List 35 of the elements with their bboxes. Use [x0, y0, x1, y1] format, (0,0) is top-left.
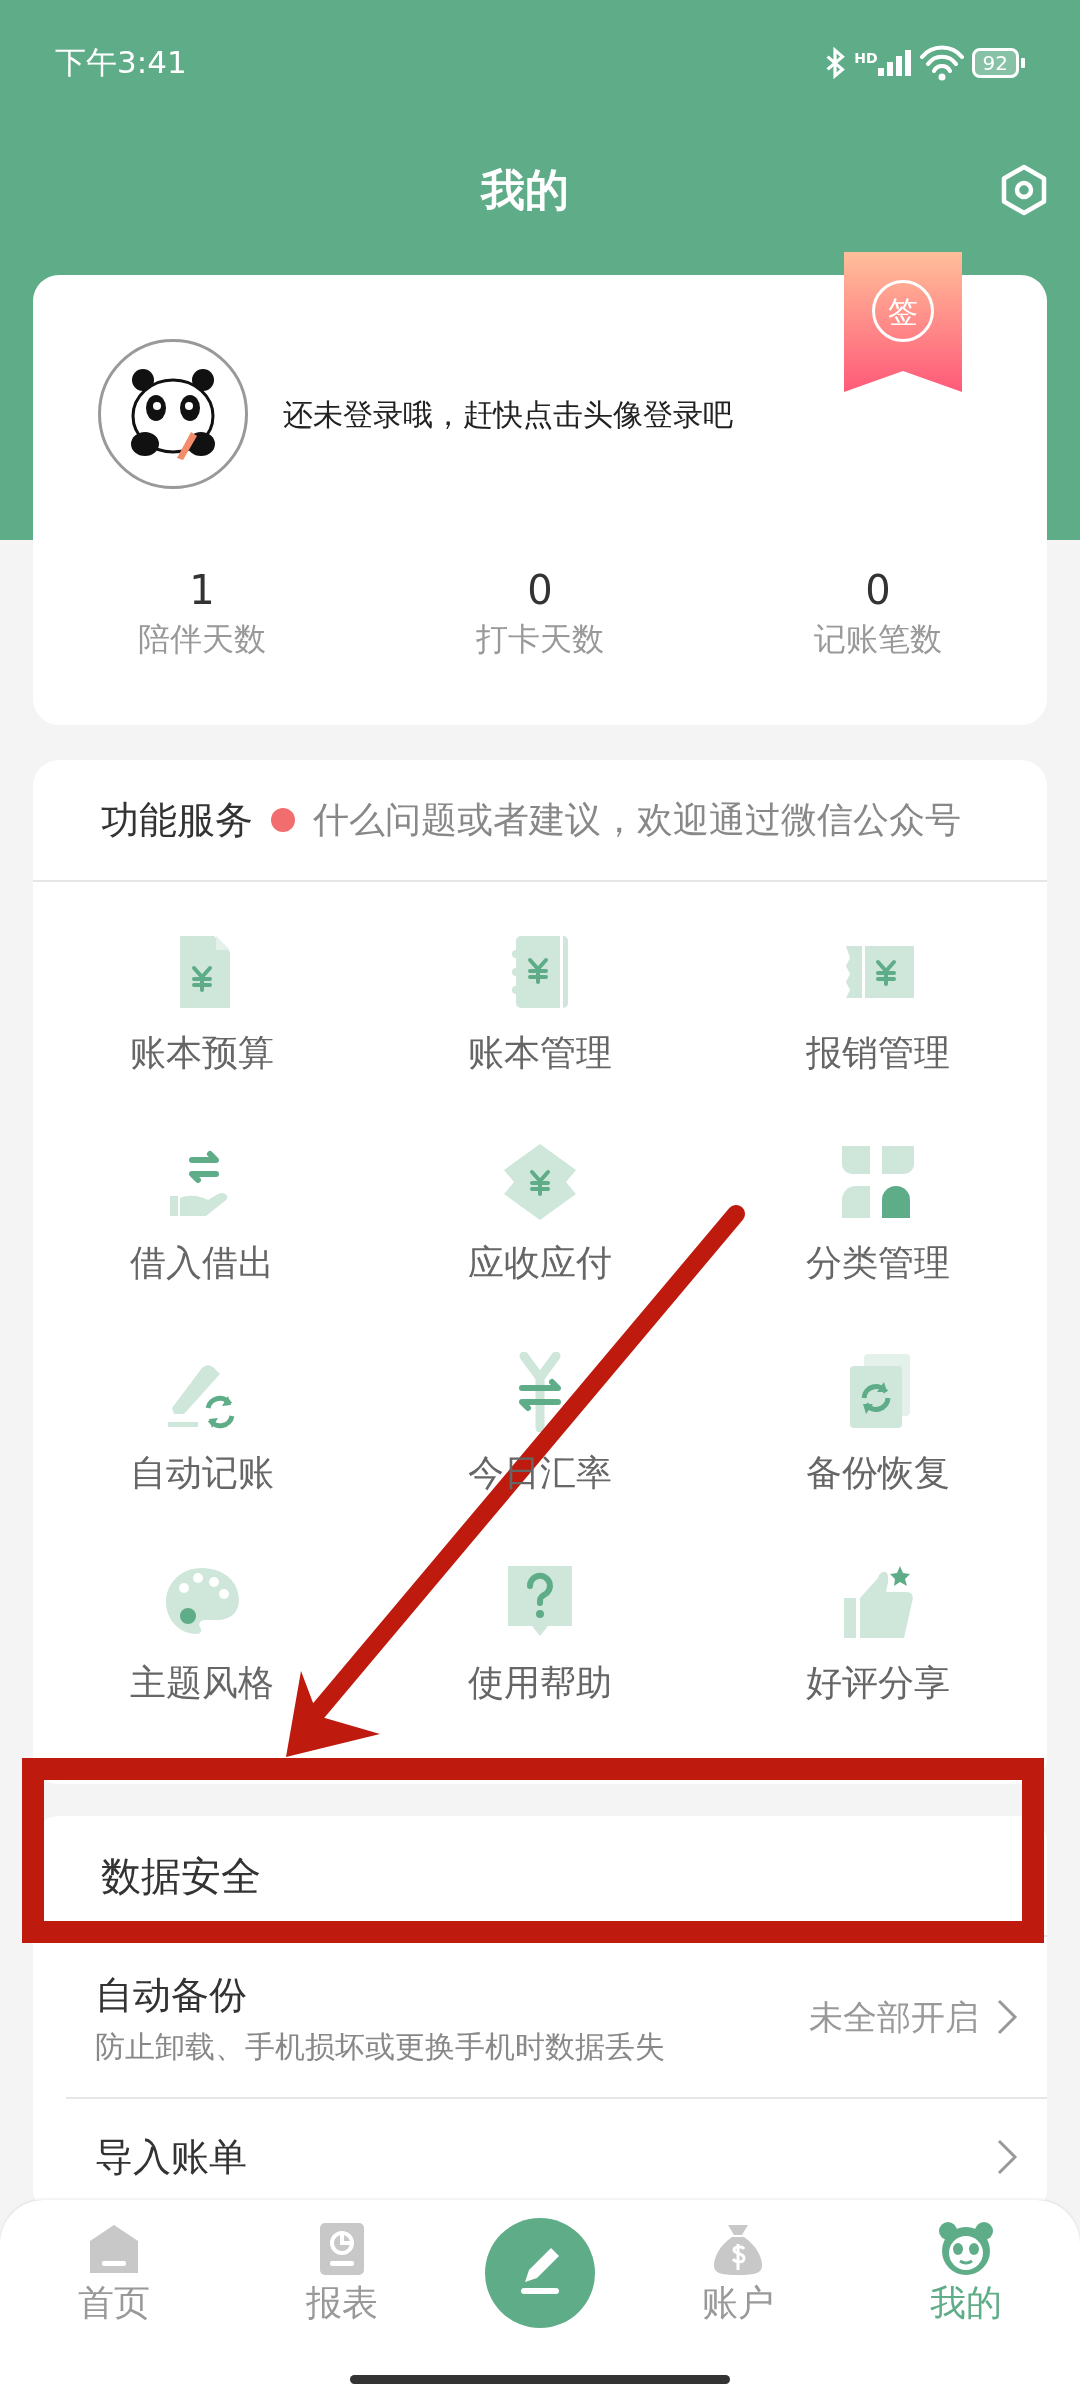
service-label[interactable]: 备份恢复: [806, 1448, 950, 1498]
row-title: 导入账单: [95, 2134, 248, 2181]
wifi-icon: [919, 44, 964, 81]
signal-icon: [877, 47, 912, 78]
chevron-right-icon: [995, 1997, 1019, 2037]
section-title: 数据安全: [33, 1816, 1047, 1937]
row-title: 自动备份: [95, 1972, 248, 2019]
status-time: 下午3:41: [55, 43, 187, 83]
notice-text: 什么问题或者建议，欢迎通过微信公众号: [313, 798, 961, 842]
bluetooth-icon: [824, 45, 847, 80]
stat-value: 0: [864, 566, 892, 615]
service-label[interactable]: 使用帮助: [468, 1658, 612, 1708]
row-value: 未全部开启: [809, 1995, 979, 2039]
service-label[interactable]: 好评分享: [806, 1658, 950, 1708]
service-label[interactable]: 分类管理: [806, 1238, 950, 1288]
stat-value: 0: [526, 566, 554, 615]
settings-row[interactable]: 自动备份 防止卸载、手机损坏或更换手机时数据丢失 未全部开启: [33, 1937, 1047, 2097]
stat-label: 陪伴天数: [137, 619, 267, 660]
service-label[interactable]: 自动记账: [130, 1448, 274, 1498]
service-label[interactable]: 账本管理: [468, 1028, 612, 1078]
login-prompt: 还未登录哦，赶快点击头像登录吧: [283, 395, 733, 434]
stat-value: 1: [188, 566, 216, 615]
service-label[interactable]: 主题风格: [130, 1658, 274, 1708]
service-label[interactable]: 借入借出: [130, 1238, 274, 1288]
network-label: HD: [854, 48, 878, 68]
service-label[interactable]: 账本预算: [130, 1028, 274, 1078]
service-label[interactable]: 报销管理: [806, 1028, 950, 1078]
section-title: 功能服务: [101, 796, 253, 844]
stat-label: 记账笔数: [813, 619, 943, 660]
service-label[interactable]: 应收应付: [468, 1238, 612, 1288]
page-title: 我的: [481, 163, 569, 217]
stat-label: 打卡天数: [475, 619, 605, 660]
notice-dot: [271, 808, 295, 832]
row-subtitle: 防止卸载、手机损坏或更换手机时数据丢失: [95, 2028, 666, 2066]
chevron-right-icon: [995, 2137, 1019, 2177]
